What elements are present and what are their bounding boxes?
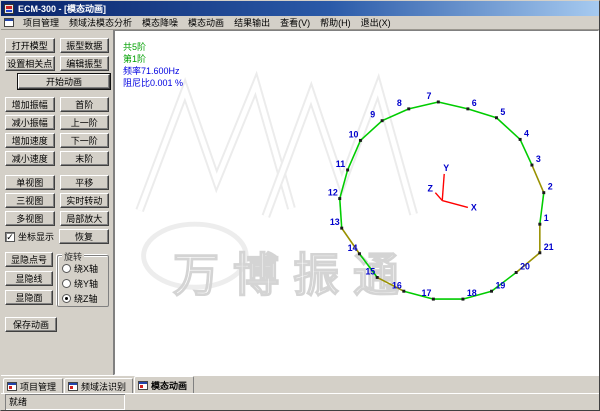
svg-text:9: 9 <box>370 110 375 120</box>
rotate-y-label: 绕Y轴 <box>74 277 98 290</box>
svg-text:12: 12 <box>328 188 338 198</box>
menu-bar: 项目管理 频域法模态分析 模态降噪 模态动画 结果输出 查看(V) 帮助(H) … <box>1 16 599 30</box>
start-animation-button[interactable]: 开始动画 <box>18 74 110 89</box>
svg-text:17: 17 <box>422 288 432 298</box>
toggle-point-number-button[interactable]: 显隐点号 <box>5 252 53 267</box>
prev-order-button[interactable]: 上一阶 <box>60 115 110 130</box>
menu-project[interactable]: 项目管理 <box>18 15 64 30</box>
svg-text:16: 16 <box>392 280 402 290</box>
svg-text:19: 19 <box>495 280 505 290</box>
rotation-group: 旋转 绕X轴 绕Y轴 绕Z轴 <box>57 255 109 307</box>
pan-button[interactable]: 平移 <box>60 175 110 190</box>
title-bar: ECM-300 - [模态动画] <box>1 1 599 16</box>
shape-data-button[interactable]: 振型数据 <box>60 38 110 53</box>
rotate-y-radio[interactable]: 绕Y轴 <box>62 277 106 290</box>
svg-text:7: 7 <box>426 91 431 101</box>
tab-project-manage[interactable]: 项目管理 <box>3 378 63 393</box>
damping-text: 阻尼比0.001 % <box>123 77 183 89</box>
menu-result-output[interactable]: 结果输出 <box>229 15 275 30</box>
svg-text:2: 2 <box>548 182 553 192</box>
svg-text:6: 6 <box>472 98 477 108</box>
frequency-text: 频率71.600Hz <box>123 65 183 77</box>
status-text: 就绪 <box>5 394 125 410</box>
svg-text:14: 14 <box>348 243 358 253</box>
workspace-tabs: 项目管理 频域法识别 模态动画 <box>1 375 599 393</box>
menu-view[interactable]: 查看(V) <box>275 15 315 30</box>
tab-modal-animation[interactable]: 模态动画 <box>134 376 194 393</box>
total-orders-text: 共5阶 <box>123 41 183 53</box>
set-related-points-button[interactable]: 设置相关点 <box>5 56 55 71</box>
app-window: ECM-300 - [模态动画] 项目管理 频域法模态分析 模态降噪 模态动画 … <box>0 0 600 411</box>
svg-text:11: 11 <box>336 159 345 169</box>
rotate-z-radio[interactable]: 绕Z轴 <box>62 292 106 305</box>
menu-exit[interactable]: 退出(X) <box>356 15 396 30</box>
coord-display-checkbox[interactable]: ✓ 坐标显示 <box>5 229 54 244</box>
svg-text:Z: Z <box>427 184 433 194</box>
rotate-x-label: 绕X轴 <box>74 262 98 275</box>
last-order-button[interactable]: 末阶 <box>60 151 110 166</box>
tab-icon <box>138 381 148 390</box>
next-order-button[interactable]: 下一阶 <box>60 133 110 148</box>
svg-text:1: 1 <box>544 213 549 223</box>
rotation-group-label: 旋转 <box>62 250 84 263</box>
tab-label: 模态动画 <box>151 379 187 392</box>
coord-display-label: 坐标显示 <box>18 230 54 243</box>
svg-text:15: 15 <box>365 266 375 276</box>
increase-amplitude-button[interactable]: 增加振幅 <box>5 97 55 112</box>
edit-shape-button[interactable]: 编辑振型 <box>60 56 110 71</box>
restore-button[interactable]: 恢复 <box>59 229 109 244</box>
tab-icon <box>7 382 17 391</box>
tab-icon <box>68 382 78 391</box>
rotate-z-label: 绕Z轴 <box>74 292 98 305</box>
svg-text:8: 8 <box>397 98 402 108</box>
svg-text:3: 3 <box>536 154 541 164</box>
svg-text:10: 10 <box>349 129 359 139</box>
svg-text:4: 4 <box>524 128 529 138</box>
single-view-button[interactable]: 单视图 <box>5 175 55 190</box>
mdi-child-icon[interactable] <box>4 18 14 27</box>
tab-label: 频域法识别 <box>81 380 126 393</box>
checkbox-icon: ✓ <box>5 232 15 242</box>
increase-speed-button[interactable]: 增加速度 <box>5 133 55 148</box>
local-zoom-button[interactable]: 局部放大 <box>60 211 110 226</box>
animation-canvas[interactable]: 共5阶 第1阶 频率71.600Hz 阻尼比0.001 % 万博振通 12345… <box>114 30 599 375</box>
multi-view-button[interactable]: 多视图 <box>5 211 55 226</box>
open-model-button[interactable]: 打开模型 <box>5 38 55 53</box>
decrease-speed-button[interactable]: 减小速度 <box>5 151 55 166</box>
radio-icon <box>62 279 71 288</box>
svg-text:5: 5 <box>500 107 505 117</box>
svg-text:X: X <box>471 202 477 212</box>
menu-modal-animation[interactable]: 模态动画 <box>183 15 229 30</box>
first-order-button[interactable]: 首阶 <box>60 97 110 112</box>
rotate-x-radio[interactable]: 绕X轴 <box>62 262 106 275</box>
three-view-button[interactable]: 三视图 <box>5 193 55 208</box>
model-svg: 123456789101112131415161718192021XYZ <box>115 31 598 374</box>
menu-freq-domain-analysis[interactable]: 频域法模态分析 <box>64 15 137 30</box>
menu-modal-denoise[interactable]: 模态降噪 <box>137 15 183 30</box>
tab-label: 项目管理 <box>20 380 56 393</box>
svg-text:20: 20 <box>520 262 530 272</box>
toggle-line-button[interactable]: 显隐线 <box>5 271 53 286</box>
current-order-text: 第1阶 <box>123 53 183 65</box>
status-bar: 就绪 <box>1 393 599 410</box>
save-animation-button[interactable]: 保存动画 <box>5 317 57 332</box>
toggle-face-button[interactable]: 显隐面 <box>5 290 53 305</box>
svg-text:21: 21 <box>544 242 554 252</box>
realtime-rotate-button[interactable]: 实时转动 <box>60 193 110 208</box>
mode-info: 共5阶 第1阶 频率71.600Hz 阻尼比0.001 % <box>123 41 183 89</box>
svg-text:18: 18 <box>467 288 477 298</box>
tab-freq-domain-ident[interactable]: 频域法识别 <box>64 378 133 393</box>
menu-help[interactable]: 帮助(H) <box>315 15 356 30</box>
radio-icon <box>62 264 71 273</box>
svg-text:13: 13 <box>330 217 340 227</box>
svg-text:Y: Y <box>443 163 449 173</box>
window-title: ECM-300 - [模态动画] <box>18 2 106 15</box>
radio-icon <box>62 294 71 303</box>
decrease-amplitude-button[interactable]: 减小振幅 <box>5 115 55 130</box>
control-panel: 打开模型 振型数据 设置相关点 编辑振型 开始动画 增加振幅 首阶 减小振幅 上… <box>1 30 114 375</box>
app-icon <box>4 4 14 14</box>
